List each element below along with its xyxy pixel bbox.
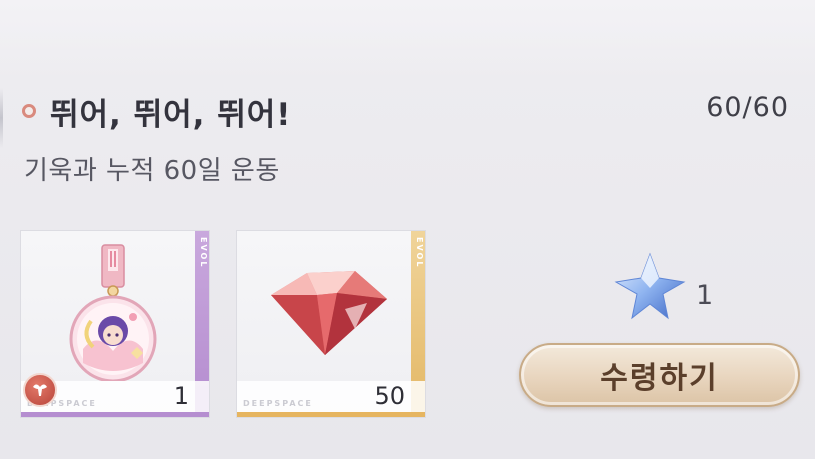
blue-star-icon xyxy=(614,252,686,320)
brand-watermark: DEEPSPACE xyxy=(243,399,313,408)
evol-tag: EVOL xyxy=(415,237,424,269)
rarity-underline xyxy=(237,412,425,417)
whale-badge-icon xyxy=(23,373,57,407)
evol-tag: EVOL xyxy=(199,237,208,269)
bonus-count: 1 xyxy=(696,280,714,311)
reward-card-diamond[interactable]: EVOL DEEPSPACE 50 xyxy=(236,230,426,418)
achievement-title-row: 뛰어, 뛰어, 뛰어! xyxy=(22,86,291,136)
claim-button[interactable]: 수령하기 xyxy=(519,343,800,407)
achievement-progress: 60/60 xyxy=(706,92,789,123)
achievement-title: 뛰어, 뛰어, 뛰어! xyxy=(50,96,292,133)
reward-count: 1 xyxy=(173,382,189,410)
top-band xyxy=(0,0,815,80)
whale-tail-icon xyxy=(33,384,47,396)
claim-button-label: 수령하기 xyxy=(600,361,719,396)
medal-pendant-icon xyxy=(69,244,157,381)
rarity-underline xyxy=(21,412,209,417)
achievement-subtitle: 기욱과 누적 60일 운동 xyxy=(24,156,280,186)
edge-divider xyxy=(0,88,3,148)
reward-count: 50 xyxy=(374,382,405,410)
red-diamond-icon xyxy=(271,271,387,355)
bullet-icon xyxy=(22,104,36,118)
reward-card-medal[interactable]: EVOL DEEPSPACE 1 xyxy=(20,230,210,418)
